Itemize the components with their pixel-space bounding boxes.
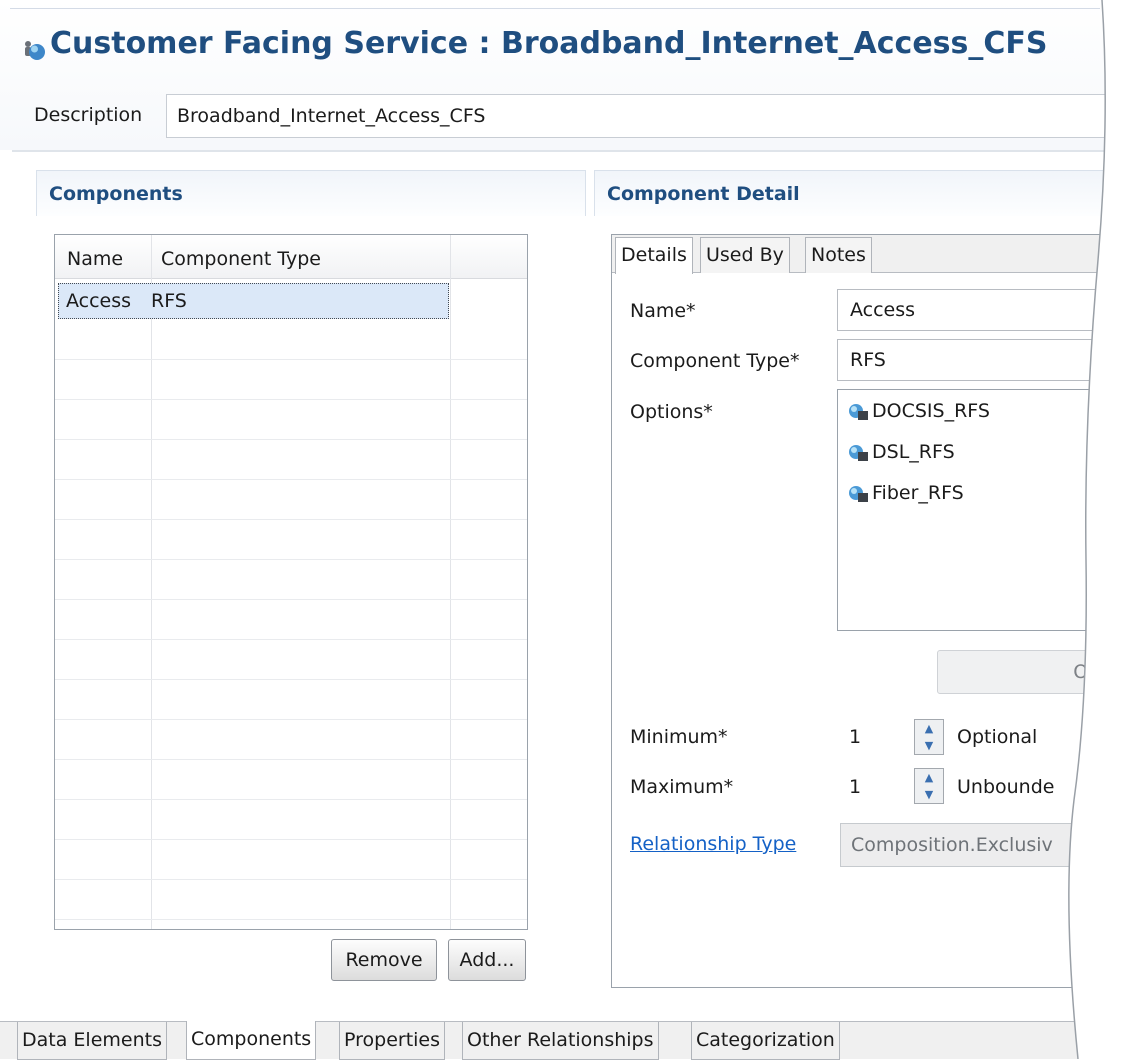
row-type-cell: RFS	[151, 290, 187, 312]
header-divider	[12, 150, 1112, 152]
header-top-border	[10, 8, 1100, 9]
option-label: DOCSIS_RFS	[872, 400, 990, 422]
tab-properties[interactable]: Properties	[339, 1022, 446, 1060]
tab-components[interactable]: Components	[186, 1021, 317, 1060]
optional-label: Optional	[957, 726, 1038, 748]
row-divider	[55, 639, 527, 640]
tab-categorization[interactable]: Categorization	[691, 1022, 840, 1060]
row-divider	[55, 799, 527, 800]
rfs-icon	[849, 485, 868, 502]
component-detail-panel: Details Used By Notes Name* Access Compo…	[611, 234, 1124, 988]
add-button[interactable]: Add...	[448, 939, 526, 981]
column-divider	[151, 235, 152, 929]
row-divider	[55, 839, 527, 840]
table-row[interactable]: Access RFS	[58, 283, 449, 319]
maximum-value[interactable]: 1	[849, 776, 861, 798]
description-label: Description	[34, 104, 143, 126]
maximum-spinner[interactable]: ▲ ▼	[914, 768, 944, 804]
row-divider	[55, 719, 527, 720]
components-section-header: Components	[36, 170, 586, 216]
components-table[interactable]: Name Component Type Access RFS	[54, 234, 528, 930]
row-divider	[55, 519, 527, 520]
option-item[interactable]: DOCSIS_RFS	[848, 400, 990, 422]
row-divider	[55, 759, 527, 760]
minimum-label: Minimum*	[630, 726, 728, 748]
column-divider	[450, 235, 451, 929]
minimum-spinner[interactable]: ▲ ▼	[914, 719, 944, 755]
unbounded-label: Unbounde	[957, 776, 1055, 798]
spin-up-icon[interactable]: ▲	[915, 720, 943, 737]
component-detail-section-header: Component Detail	[594, 170, 1114, 216]
tab-data-elements[interactable]: Data Elements	[17, 1022, 167, 1060]
column-header-component-type[interactable]: Component Type	[161, 248, 321, 270]
spin-down-icon[interactable]: ▼	[915, 737, 943, 754]
row-divider	[55, 479, 527, 480]
option-label: Fiber_RFS	[872, 482, 964, 504]
row-divider	[55, 919, 527, 920]
rfs-icon	[849, 444, 868, 461]
detail-tab-bar: Details Used By Notes	[612, 235, 1124, 274]
column-header-name[interactable]: Name	[67, 248, 123, 270]
tab-used-by[interactable]: Used By	[700, 237, 790, 273]
tab-notes[interactable]: Notes	[805, 237, 872, 273]
bottom-tab-bar: Data Elements Components Properties Othe…	[0, 1021, 1124, 1060]
spin-up-icon[interactable]: ▲	[915, 769, 943, 786]
table-header: Name Component Type	[55, 235, 527, 279]
row-divider	[55, 439, 527, 440]
customer-facing-service-icon	[22, 38, 46, 62]
maximum-label: Maximum*	[630, 776, 734, 798]
remove-button[interactable]: Remove	[331, 939, 437, 981]
tab-details[interactable]: Details	[615, 237, 693, 274]
option-item[interactable]: Fiber_RFS	[848, 482, 964, 504]
spin-down-icon[interactable]: ▼	[915, 786, 943, 803]
row-divider	[55, 399, 527, 400]
relationship-type-link[interactable]: Relationship Type	[630, 833, 796, 855]
option-item[interactable]: DSL_RFS	[848, 441, 955, 463]
minimum-value[interactable]: 1	[849, 726, 861, 748]
row-divider	[55, 879, 527, 880]
torn-edge-decoration	[1068, 0, 1124, 1059]
name-label: Name*	[630, 300, 696, 322]
description-input[interactable]: Broadband_Internet_Access_CFS	[166, 94, 1124, 138]
component-type-label: Component Type*	[630, 350, 800, 372]
option-label: DSL_RFS	[872, 441, 955, 463]
rfs-icon	[849, 403, 868, 420]
row-name-cell: Access	[66, 290, 132, 312]
row-divider	[55, 359, 527, 360]
row-divider	[55, 559, 527, 560]
tab-other-relationships[interactable]: Other Relationships	[462, 1022, 659, 1060]
page-title: Customer Facing Service : Broadband_Inte…	[50, 26, 1048, 61]
row-divider	[55, 599, 527, 600]
options-label: Options*	[630, 401, 713, 423]
row-divider	[55, 679, 527, 680]
